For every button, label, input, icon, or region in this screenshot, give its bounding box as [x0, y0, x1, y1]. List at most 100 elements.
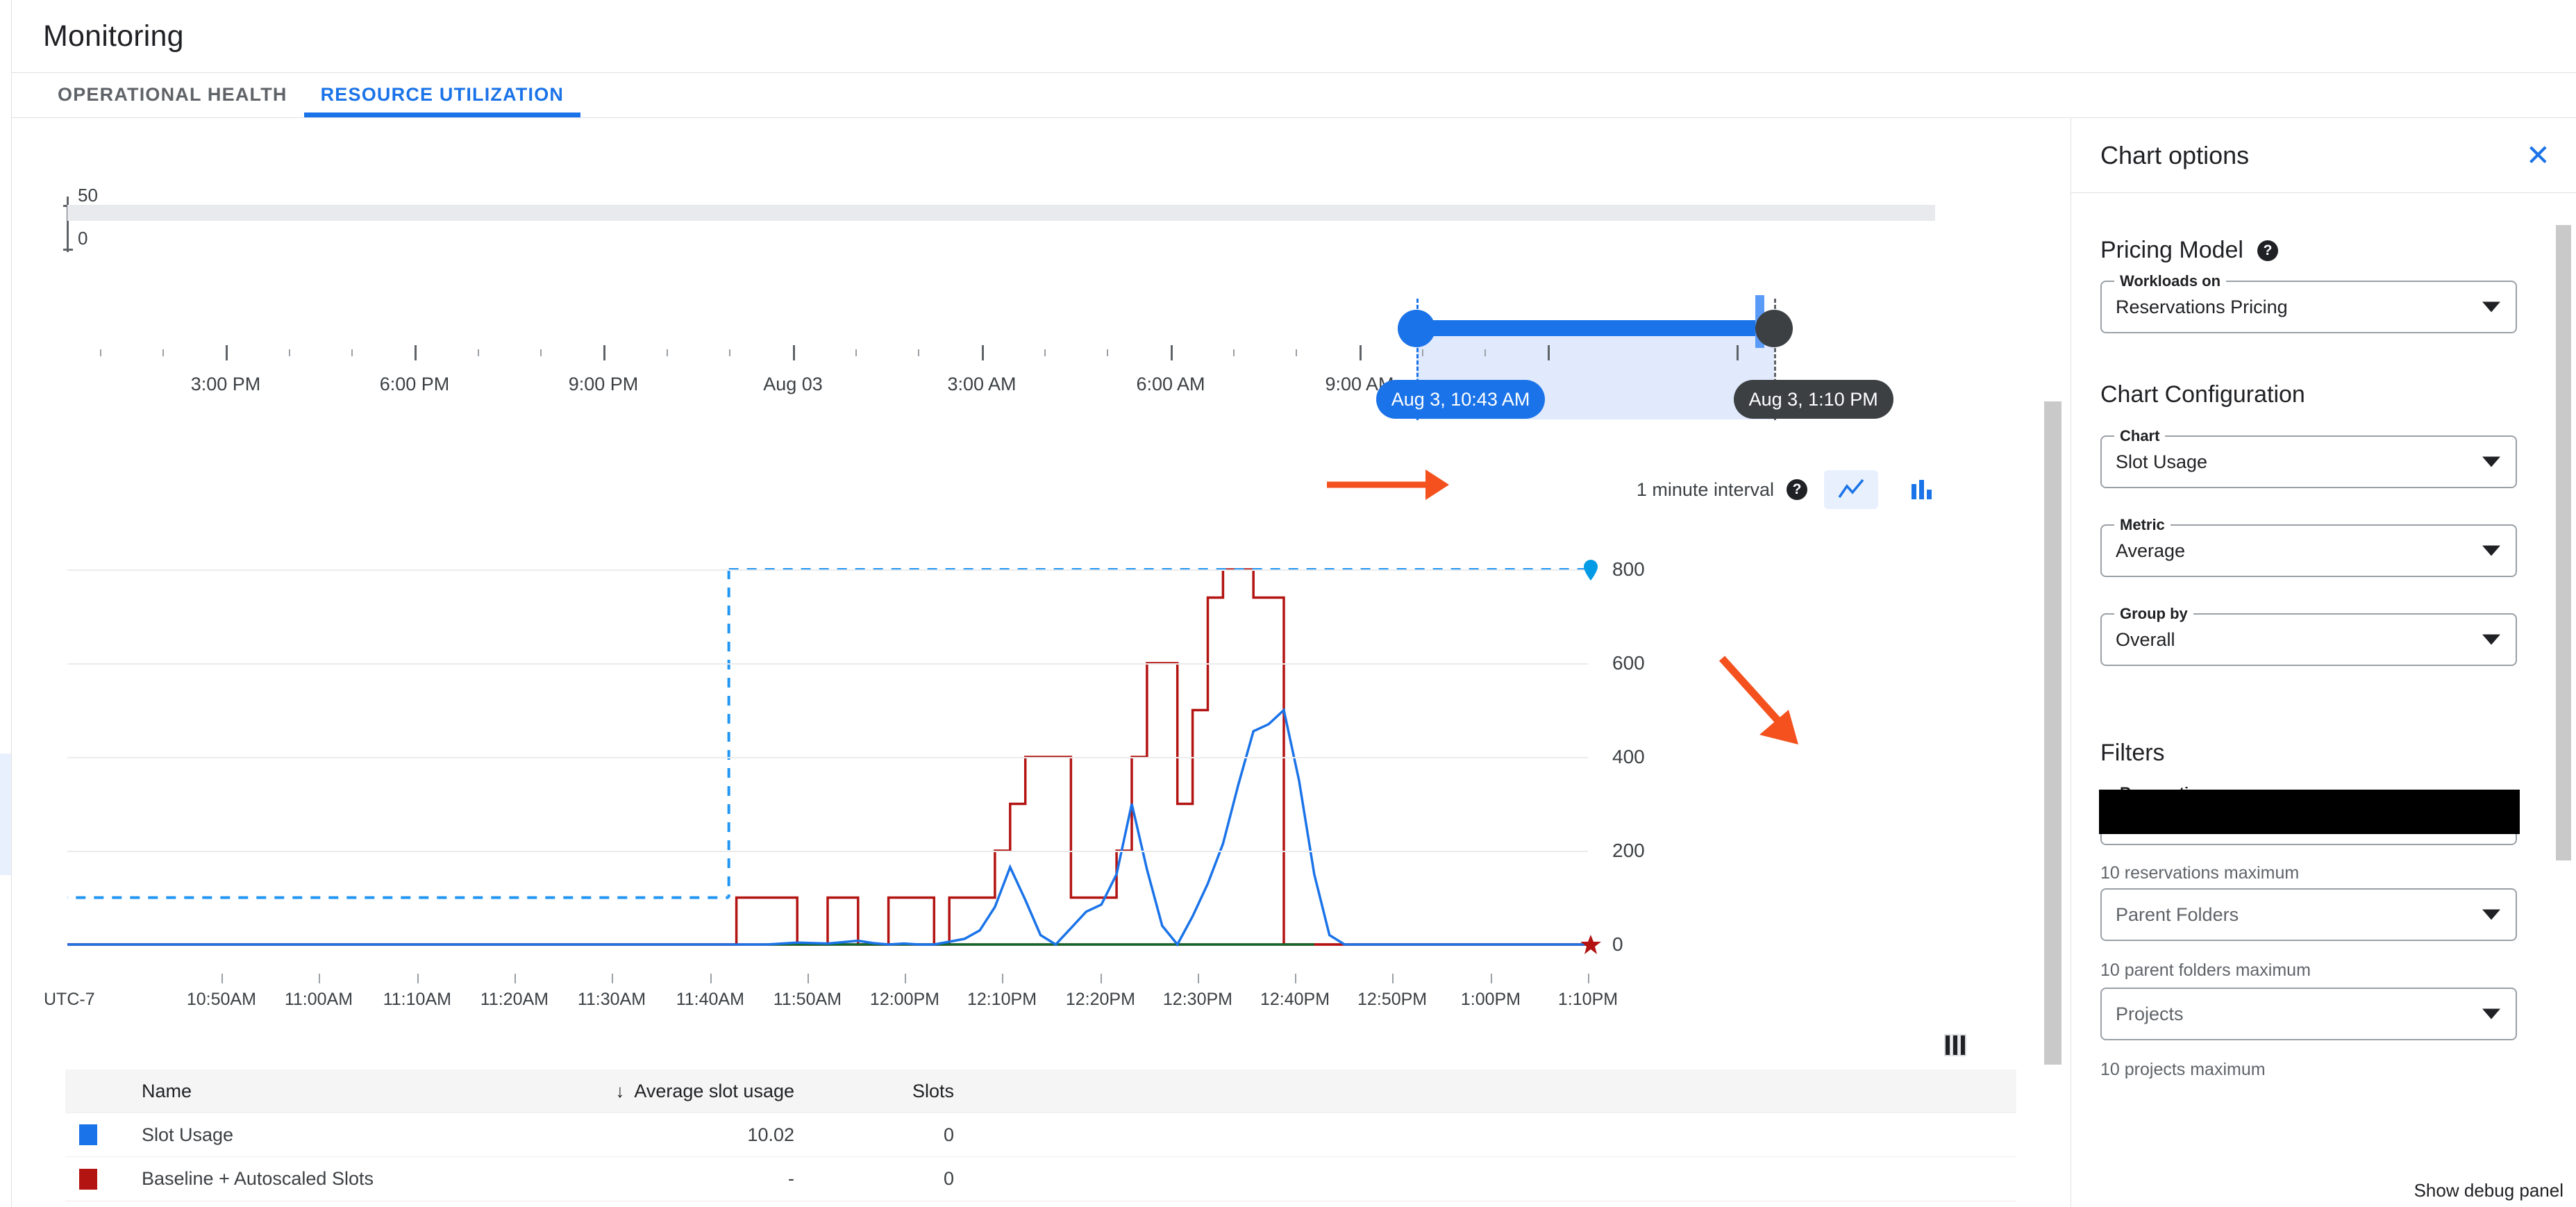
group-by-select-value: Overall: [2116, 629, 2175, 650]
chart-options-scrollbar-thumb[interactable]: [2556, 225, 2571, 860]
chart-x-label: 12:40PM: [1260, 990, 1330, 1009]
range-start-tooltip: Aug 3, 10:43 AM: [1375, 380, 1546, 419]
projects-value: Projects: [2116, 1003, 2184, 1024]
mini-y-label-50: 50: [78, 185, 98, 206]
group-by-select[interactable]: Group by Overall: [2100, 605, 2517, 666]
chart-plot-area[interactable]: [67, 535, 1588, 972]
chart-x-label: 12:00PM: [869, 990, 939, 1009]
interval-label: 1 minute interval: [1636, 478, 1774, 500]
chart-x-tick: [417, 974, 419, 983]
chevron-down-icon: [2482, 456, 2500, 467]
chart-options-title: Chart options: [2100, 140, 2250, 169]
chart-x-label: 12:30PM: [1162, 990, 1232, 1009]
metric-select[interactable]: Metric Average: [2100, 516, 2517, 577]
chart-series-svg: [67, 535, 1588, 972]
page-header: Monitoring: [12, 0, 2576, 73]
legend-series-name: Baseline + Autoscaled Slots: [142, 1168, 374, 1189]
chart-x-tick: [904, 974, 906, 983]
baseline-slots-star-icon: [1580, 933, 1602, 956]
view-columns-icon[interactable]: [1935, 1024, 1977, 1066]
main-content: 50 0 3:00 PM 6:00 PM 9:00 PM Aug 03 3:00 AM 6…: [12, 118, 2071, 1207]
legend-table: Name ↓ Average slot usage Slots Slot Usa…: [65, 1069, 2016, 1207]
tab-bar: OPERATIONAL HEALTH RESOURCE UTILIZATION: [12, 73, 2576, 118]
chart-x-label: 11:00AM: [284, 990, 353, 1009]
tab-resource-utilization[interactable]: RESOURCE UTILIZATION: [303, 72, 581, 117]
range-minor-tick: [918, 349, 920, 356]
chart-x-tick: [1100, 974, 1102, 983]
interval-help-icon[interactable]: ?: [1787, 479, 1807, 500]
chart-y-label: 200: [1612, 840, 1645, 861]
chart-x-label: 1:10PM: [1557, 990, 1619, 1009]
chart-x-label: 12:10PM: [967, 990, 1037, 1009]
range-major-tick: [793, 345, 795, 360]
legend-average-value: 10.02: [747, 1124, 794, 1145]
legend-header-average[interactable]: ↓ Average slot usage: [551, 1081, 794, 1102]
workloads-on-select[interactable]: Workloads on Reservations Pricing: [2100, 272, 2517, 333]
range-axis-label: 3:00 PM: [190, 374, 261, 394]
mini-y-tick-0: [63, 249, 73, 251]
range-major-tick: [226, 345, 228, 360]
projects-hint: 10 projects maximum: [2100, 1060, 2266, 1079]
range-minor-tick: [729, 349, 731, 356]
chart-select-value: Slot Usage: [2116, 451, 2208, 472]
show-debug-panel-link[interactable]: Show debug panel: [2414, 1180, 2564, 1201]
bar-chart-icon[interactable]: [1895, 470, 1949, 509]
projects-select[interactable]: Projects: [2100, 988, 2517, 1040]
legend-table-row[interactable]: Baseline + Autoscaled Slots - 0: [65, 1157, 2016, 1201]
range-minor-tick: [99, 349, 101, 356]
group-by-select-label: Group by: [2114, 605, 2193, 623]
legend-series-name: Slot Usage: [142, 1124, 234, 1145]
mini-y-label-0: 0: [78, 228, 88, 249]
legend-table-row[interactable]: Slot Usage 10.02 0: [65, 1113, 2016, 1157]
legend-header-name[interactable]: Name: [142, 1081, 551, 1102]
pricing-model-help-icon[interactable]: ?: [2257, 240, 2278, 261]
range-minor-tick: [540, 349, 542, 356]
reservations-hint: 10 reservations maximum: [2100, 863, 2300, 883]
filters-heading: Filters: [2100, 740, 2165, 766]
legend-table-header: Name ↓ Average slot usage Slots: [65, 1069, 2016, 1113]
parent-folders-value: Parent Folders: [2116, 904, 2239, 925]
range-minor-tick: [855, 349, 857, 356]
range-minor-tick: [1232, 349, 1235, 356]
range-minor-tick: [1044, 349, 1046, 356]
range-end-handle[interactable]: [1755, 310, 1793, 347]
legend-color-swatch: [79, 1124, 97, 1145]
range-track[interactable]: [67, 205, 1935, 221]
chart-x-label: 11:20AM: [480, 990, 549, 1009]
chart-x-label: 1:00PM: [1460, 990, 1521, 1009]
content-scrollbar-thumb[interactable]: [2044, 401, 2061, 1065]
time-range-selector[interactable]: 50 0 3:00 PM 6:00 PM 9:00 PM Aug 03 3:00 AM 6…: [12, 118, 2046, 420]
range-major-tick: [982, 345, 984, 360]
range-axis-label: 6:00 PM: [379, 374, 450, 394]
chart-x-label: 12:20PM: [1065, 990, 1135, 1009]
reservations-select[interactable]: Reservations: [2099, 784, 2520, 845]
chart-configuration-heading: Chart Configuration: [2100, 381, 2305, 408]
legend-swatch-cell: [65, 1168, 142, 1190]
chevron-down-icon: [2482, 545, 2500, 556]
chart-x-label: 12:50PM: [1357, 990, 1428, 1009]
chart-x-tick: [611, 974, 613, 983]
legend-table-row[interactable]: Baseline Slots-0: [65, 1201, 2016, 1207]
line-chart-icon[interactable]: [1824, 470, 1878, 509]
close-icon[interactable]: ✕: [2526, 140, 2550, 170]
chevron-down-icon: [2482, 909, 2500, 920]
range-selected-track[interactable]: [1416, 320, 1774, 336]
content-scrollbar-track[interactable]: [2043, 118, 2066, 1207]
range-start-handle[interactable]: [1397, 310, 1435, 347]
range-minor-tick: [1107, 349, 1109, 356]
tab-operational-health[interactable]: OPERATIONAL HEALTH: [41, 72, 304, 117]
reservations-redaction: [2099, 790, 2520, 834]
chart-x-tick: [1588, 974, 1589, 983]
range-axis-label: 3:00 AM: [947, 374, 1017, 394]
metric-select-value: Average: [2116, 540, 2186, 561]
range-minor-tick: [351, 349, 353, 356]
workloads-on-label: Workloads on: [2114, 272, 2227, 290]
chart-x-tick: [514, 974, 516, 983]
legend-swatch-cell: [65, 1124, 142, 1145]
chart-x-label: 11:50AM: [773, 990, 842, 1009]
chart-select[interactable]: Chart Slot Usage: [2100, 427, 2517, 488]
chart-x-label: 10:50AM: [186, 990, 256, 1009]
legend-header-slots[interactable]: Slots: [794, 1081, 954, 1102]
chart-x-label: 11:40AM: [676, 990, 744, 1009]
parent-folders-select[interactable]: Parent Folders: [2100, 888, 2517, 941]
